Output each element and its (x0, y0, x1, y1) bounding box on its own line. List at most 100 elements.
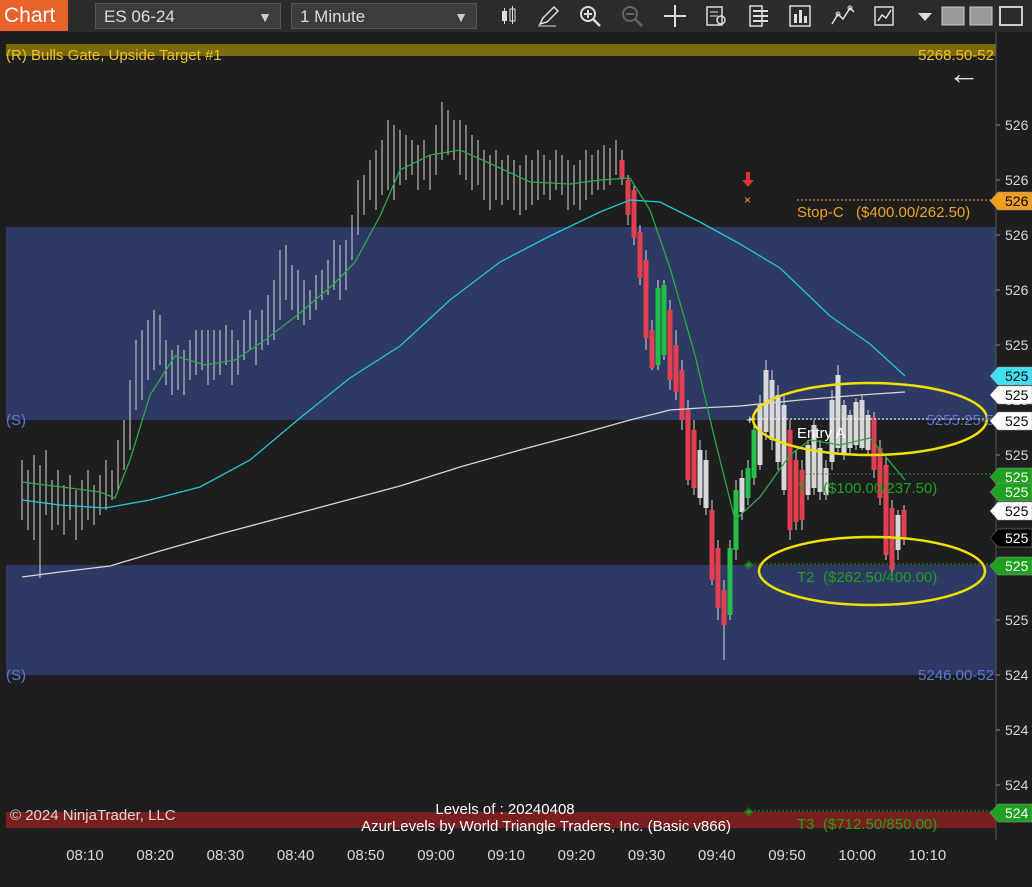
candle-body (619, 160, 625, 178)
support-price-lower: 5246.00-52 (918, 667, 994, 684)
target-diamond-marker: ◈ (744, 557, 754, 571)
candle-body (727, 548, 733, 615)
price-marker-text: 525 (1005, 530, 1029, 546)
target-1-value: ($100.00/237.50) (823, 480, 937, 497)
interval-value: 1 Minute (300, 7, 366, 26)
candle-body (751, 430, 757, 478)
window-square-icon[interactable] (998, 4, 1024, 28)
candle-body (631, 190, 637, 238)
zoom-out-icon[interactable] (620, 4, 646, 28)
chevron-down-icon: ▼ (454, 9, 468, 25)
price-marker-text: 525 (1005, 368, 1029, 384)
candle-body (709, 510, 715, 580)
zoom-in-icon[interactable] (578, 4, 604, 28)
price-axis-label: 524 (1005, 667, 1029, 683)
window-square-icon[interactable] (968, 4, 994, 28)
price-marker-flag: 526 (989, 191, 1032, 211)
properties-icon[interactable] (746, 4, 772, 28)
target-3-value: ($712.50/850.00) (823, 816, 937, 833)
chart-tab[interactable]: Chart (0, 0, 68, 31)
target-2-value: ($262.50/400.00) (823, 569, 937, 586)
candle-body (625, 180, 631, 215)
time-axis-label: 08:20 (136, 847, 174, 864)
price-axis-label: 525 (1005, 337, 1029, 353)
exit-x-marker: × (744, 193, 751, 207)
candle-body (715, 548, 721, 608)
price-axis-label: 526 (1005, 282, 1029, 298)
time-axis-label: 08:10 (66, 847, 104, 864)
instrument-value: ES 06-24 (104, 7, 175, 26)
candle-body (673, 345, 679, 392)
instrument-selector[interactable]: ES 06-24 ▼ (95, 3, 281, 29)
price-marker-flag: 525 (989, 385, 1032, 405)
price-marker-text: 525 (1005, 387, 1029, 403)
price-marker-flag: 525 (989, 528, 1032, 548)
price-marker-flag: 525 (989, 411, 1032, 431)
templates-icon[interactable] (872, 4, 898, 28)
copyright-text: © 2024 NinjaTrader, LLC (10, 807, 176, 824)
time-axis-label: 10:00 (838, 847, 876, 864)
price-axis-label: 525 (1005, 447, 1029, 463)
target-3-label: T3 (797, 816, 815, 833)
price-marker-text: 525 (1005, 484, 1029, 500)
candle-body (895, 515, 901, 550)
price-marker-text: 525 (1005, 413, 1029, 429)
time-axis-label: 08:50 (347, 847, 385, 864)
time-axis-label: 09:10 (487, 847, 525, 864)
candle-body (667, 310, 673, 380)
strategies-icon[interactable] (788, 4, 814, 28)
candle-body (679, 370, 685, 420)
azurlevels-credit: AzurLevels by World Triangle Traders, In… (361, 818, 731, 835)
target-diamond-marker: ◈ (744, 804, 754, 818)
price-axis-label: 524 (1005, 777, 1029, 793)
price-marker-flag: 525 (989, 501, 1032, 521)
time-axis-label: 09:20 (558, 847, 596, 864)
support-label-upper: (S) (6, 412, 26, 429)
time-axis-label: 09:50 (768, 847, 806, 864)
interval-selector[interactable]: 1 Minute ▼ (291, 3, 477, 29)
candle-body (757, 405, 763, 465)
indicators-icon[interactable] (830, 4, 856, 28)
stop-label: Stop-C (797, 204, 844, 221)
window-square-icon[interactable] (940, 4, 966, 28)
chart-toolbar: Chart ES 06-24 ▼ 1 Minute ▼ (0, 0, 1032, 33)
candle-body (775, 395, 781, 462)
target-2-label: T2 (797, 569, 815, 586)
chart-background (0, 32, 1032, 840)
time-axis[interactable]: 08:10 08:20 08:30 08:40 08:50 09:00 09:10 09:20… (0, 840, 1032, 882)
price-axis-label: 526 (1005, 172, 1029, 188)
dropdown-arrow-icon[interactable] (912, 4, 938, 28)
time-axis-label: 09:30 (628, 847, 666, 864)
candle-body (853, 402, 859, 445)
price-marker-flag: 525 (989, 366, 1032, 386)
price-marker-flag: 525 (989, 556, 1032, 576)
price-chart-panel[interactable]: × ◈ ◈ + (R) Bulls Gate, Upside Target #1… (0, 32, 1032, 840)
candle-body (769, 380, 775, 440)
price-marker-text: 525 (1005, 503, 1029, 519)
back-arrow-icon[interactable]: ← (948, 55, 980, 91)
chevron-down-icon: ▼ (258, 9, 272, 25)
data-box-icon[interactable] (704, 4, 730, 28)
candle-body (637, 232, 643, 278)
candle-body (781, 405, 787, 490)
levels-of-text: Levels of : 20240408 (435, 801, 574, 818)
candle-body (649, 330, 655, 368)
bars-type-icon[interactable] (496, 4, 522, 28)
candle-body (739, 478, 745, 512)
price-axis-label: 524 (1005, 722, 1029, 738)
stop-value: ($400.00/262.50) (856, 204, 970, 221)
candle-body (733, 490, 739, 550)
candle-body (691, 430, 697, 488)
resistance-label: (R) Bulls Gate, Upside Target #1 (6, 47, 222, 64)
price-marker-flag: 524 (989, 803, 1032, 823)
price-marker-flag: 525 (989, 482, 1032, 502)
price-marker-text: 525 (1005, 469, 1029, 485)
entry-label: Entry A (797, 425, 845, 442)
price-marker-text: 526 (1005, 193, 1029, 209)
target-1-label: T (797, 480, 806, 497)
candle-body (685, 410, 691, 480)
crosshair-icon[interactable] (662, 4, 688, 28)
draw-pencil-icon[interactable] (536, 4, 562, 28)
time-axis-label: 10:10 (909, 847, 947, 864)
candle-body (901, 510, 907, 538)
